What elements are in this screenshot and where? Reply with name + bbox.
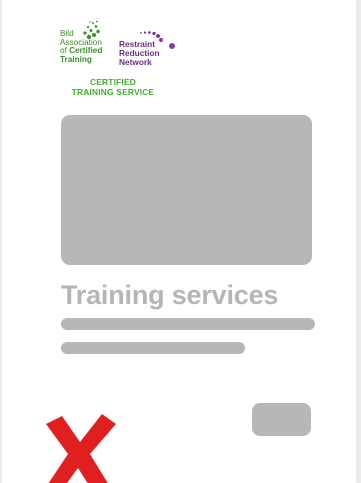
text-line-placeholder-1 [61,318,315,330]
rrn-logo-text: Restraint Reduction Network [119,40,189,67]
hero-image-placeholder [61,115,312,265]
action-button-placeholder[interactable] [252,403,311,436]
certified-training-service-label: CERTIFIED TRAINING SERVICE [60,77,166,97]
training-services-card: Bild Association of Certified Training R… [2,0,356,483]
card-title: Training services [61,280,279,310]
red-x-icon [46,414,116,483]
certified-line-2: TRAINING SERVICE [71,86,155,97]
text-line-placeholder-2 [61,342,245,354]
rrn-line-3: Network [119,57,152,67]
bild-line-3-bold: Certified [69,46,103,56]
bild-line-3-prefix: of [60,46,70,56]
